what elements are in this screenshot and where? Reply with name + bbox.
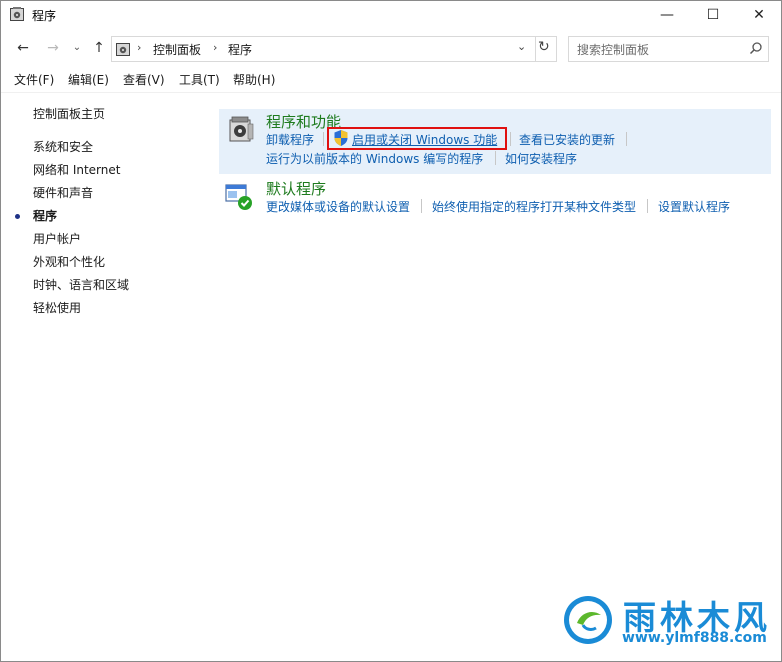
programs-window-icon <box>10 7 24 21</box>
search-input[interactable]: 搜索控制面板 <box>568 36 769 62</box>
menu-view[interactable]: 查看(V) <box>123 71 165 88</box>
breadcrumb-separator-icon[interactable]: › <box>213 41 217 54</box>
control-panel-window: 程序 — ☐ ✕ ← → ⌄ ↑ › 控制面板 › 程序 ⌄ ↻ 搜索控制面板 <box>0 0 782 662</box>
link-separator <box>495 151 496 165</box>
maximize-button[interactable]: ☐ <box>690 1 736 29</box>
breadcrumb-control-panel[interactable]: 控制面板 <box>153 41 201 58</box>
link-separator <box>626 132 627 146</box>
watermark-url: www.ylmf888.com <box>622 630 767 646</box>
run-older-programs-link[interactable]: 运行为以前版本的 Windows 编写的程序 <box>266 150 483 167</box>
menu-help[interactable]: 帮助(H) <box>233 71 275 88</box>
up-button[interactable]: ↑ <box>89 38 109 58</box>
programs-and-features-icon[interactable] <box>227 115 255 143</box>
sidebar-item-ease-of-access[interactable]: 轻松使用 <box>33 299 81 316</box>
view-installed-updates-link[interactable]: 查看已安装的更新 <box>519 131 615 148</box>
sidebar-item-control-panel-home[interactable]: 控制面板主页 <box>33 105 105 122</box>
default-programs-icon[interactable] <box>225 183 253 211</box>
link-separator <box>421 199 422 213</box>
link-separator <box>510 132 511 146</box>
menu-divider <box>1 92 781 93</box>
sidebar-item-appearance[interactable]: 外观和个性化 <box>33 253 105 270</box>
search-placeholder: 搜索控制面板 <box>577 43 650 57</box>
sidebar-item-system-security[interactable]: 系统和安全 <box>33 138 93 155</box>
forward-button[interactable]: → <box>43 38 63 58</box>
breadcrumb-programs[interactable]: 程序 <box>228 41 252 58</box>
recent-locations-button[interactable]: ⌄ <box>67 38 87 58</box>
menu-edit[interactable]: 编辑(E) <box>68 71 109 88</box>
navigation-bar: ← → ⌄ ↑ › 控制面板 › 程序 ⌄ ↻ 搜索控制面板 <box>1 33 781 63</box>
sidebar-item-programs[interactable]: 程序 <box>33 207 57 224</box>
sidebar-item-user-accounts[interactable]: 用户帐户 <box>33 230 81 247</box>
set-default-programs-link[interactable]: 设置默认程序 <box>658 198 730 215</box>
active-item-bullet-icon <box>15 214 20 219</box>
uninstall-program-link[interactable]: 卸载程序 <box>266 131 314 148</box>
back-button[interactable]: ← <box>13 38 33 58</box>
refresh-icon[interactable]: ↻ <box>538 39 550 55</box>
default-programs-title[interactable]: 默认程序 <box>266 178 326 199</box>
change-media-defaults-link[interactable]: 更改媒体或设备的默认设置 <box>266 198 410 215</box>
sidebar-item-clock-language-region[interactable]: 时钟、语言和区域 <box>33 276 129 293</box>
address-bar[interactable]: › 控制面板 › 程序 ⌄ ↻ <box>111 36 557 62</box>
sidebar-item-hardware-sound[interactable]: 硬件和声音 <box>33 184 93 201</box>
sidebar-item-network-internet[interactable]: 网络和 Internet <box>33 161 120 178</box>
close-button[interactable]: ✕ <box>736 1 782 29</box>
address-divider <box>535 37 536 61</box>
link-separator <box>647 199 648 213</box>
annotation-highlight-box <box>327 127 507 150</box>
menu-bar: 文件(F) 编辑(E) 查看(V) 工具(T) 帮助(H) <box>1 69 781 89</box>
menu-file[interactable]: 文件(F) <box>14 71 54 88</box>
menu-tools[interactable]: 工具(T) <box>179 71 220 88</box>
window-title: 程序 <box>32 9 57 23</box>
programs-location-icon <box>116 43 130 56</box>
how-to-install-link[interactable]: 如何安装程序 <box>505 150 577 167</box>
breadcrumb-separator-icon[interactable]: › <box>137 41 141 54</box>
title-bar[interactable]: 程序 — ☐ ✕ <box>1 1 781 29</box>
always-open-filetype-link[interactable]: 始终使用指定的程序打开某种文件类型 <box>432 198 636 215</box>
watermark-logo <box>564 596 612 644</box>
minimize-button[interactable]: — <box>644 1 690 29</box>
link-separator <box>323 132 324 146</box>
address-dropdown-icon[interactable]: ⌄ <box>517 40 526 53</box>
search-icon[interactable] <box>749 41 763 55</box>
